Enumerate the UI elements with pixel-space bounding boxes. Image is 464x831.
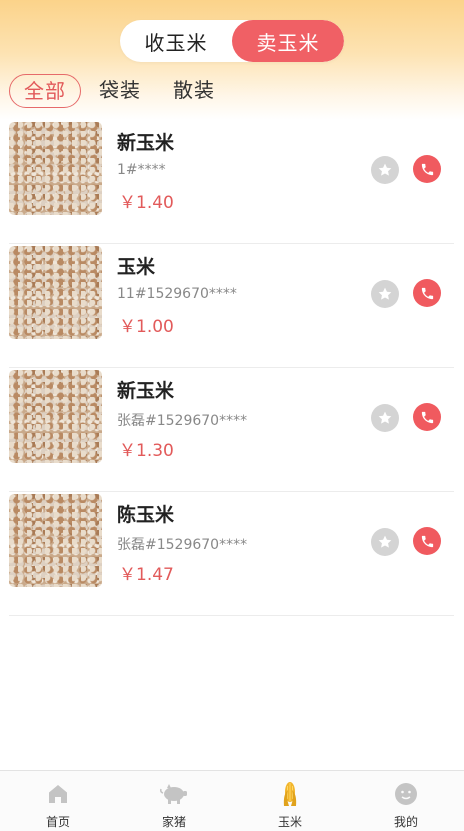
product-name: 新玉米: [117, 380, 175, 402]
product-name: 陈玉米: [117, 504, 175, 526]
phone-icon: [421, 411, 433, 423]
product-thumbnail: [9, 494, 102, 587]
buy-sell-segmented-control: 收玉米 卖玉米: [120, 20, 344, 62]
favorite-button[interactable]: [371, 280, 399, 308]
product-thumbnail: [9, 122, 102, 215]
home-icon: [44, 781, 72, 807]
list-item[interactable]: 新玉米 张磊#1529670**** ￥1.30: [9, 368, 454, 492]
filter-bagged[interactable]: 袋装: [85, 74, 155, 108]
product-price: ￥1.40: [119, 193, 174, 213]
filter-bulk[interactable]: 散装: [159, 74, 229, 108]
seller-info: 1#****: [117, 162, 166, 178]
product-price: ￥1.00: [119, 317, 174, 337]
call-button[interactable]: [413, 403, 441, 431]
phone-icon: [421, 163, 433, 175]
tab-profile[interactable]: 我的: [348, 771, 464, 831]
tab-pig[interactable]: 家猪: [116, 771, 232, 831]
list-item[interactable]: 陈玉米 张磊#1529670**** ￥1.47: [9, 492, 454, 616]
favorite-button[interactable]: [371, 528, 399, 556]
tab-corn[interactable]: 玉米: [232, 771, 348, 831]
product-list: 新玉米 1#**** ￥1.40 玉米 11#1529670**** ￥1.00…: [9, 120, 454, 616]
pig-icon: [160, 781, 188, 807]
product-name: 新玉米: [117, 132, 175, 154]
phone-icon: [421, 287, 433, 299]
tab-label: 首页: [45, 815, 70, 829]
call-button[interactable]: [413, 279, 441, 307]
segment-sell-corn[interactable]: 卖玉米: [232, 20, 344, 62]
tab-label: 我的: [393, 815, 418, 829]
call-button[interactable]: [413, 155, 441, 183]
seller-info: 张磊#1529670****: [117, 537, 248, 553]
list-item[interactable]: 玉米 11#1529670**** ￥1.00: [9, 244, 454, 368]
tab-label: 玉米: [277, 815, 302, 829]
seller-info: 张磊#1529670****: [117, 413, 248, 429]
tab-label: 家猪: [161, 815, 186, 829]
filter-tabs: 全部 袋装 散装: [9, 74, 233, 108]
call-button[interactable]: [413, 527, 441, 555]
profile-face-icon: [392, 781, 420, 807]
star-icon: [378, 535, 392, 548]
product-name: 玉米: [117, 256, 156, 278]
corn-icon: [276, 781, 304, 807]
seller-info: 11#1529670****: [117, 286, 237, 302]
product-price: ￥1.30: [119, 441, 174, 461]
star-icon: [378, 411, 392, 424]
segment-buy-corn[interactable]: 收玉米: [120, 20, 232, 62]
phone-icon: [421, 535, 433, 547]
favorite-button[interactable]: [371, 404, 399, 432]
favorite-button[interactable]: [371, 156, 399, 184]
tab-home[interactable]: 首页: [0, 771, 116, 831]
list-item[interactable]: 新玉米 1#**** ￥1.40: [9, 120, 454, 244]
product-price: ￥1.47: [119, 565, 174, 585]
bottom-tab-bar: 首页 家猪 玉米 我的: [0, 770, 464, 831]
star-icon: [378, 163, 392, 176]
filter-all[interactable]: 全部: [9, 74, 81, 108]
product-thumbnail: [9, 370, 102, 463]
product-thumbnail: [9, 246, 102, 339]
star-icon: [378, 287, 392, 300]
